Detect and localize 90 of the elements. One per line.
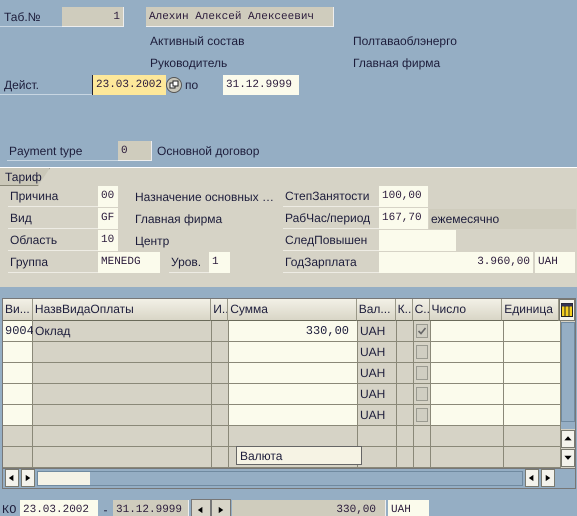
payment-type-text: Основной договор bbox=[157, 144, 260, 158]
value-field[interactable]: 10 bbox=[98, 230, 118, 251]
right-arrow-icon bbox=[216, 505, 226, 515]
amount-field: 330,00 bbox=[232, 500, 386, 516]
table-cell bbox=[212, 321, 229, 342]
table-cell bbox=[3, 363, 33, 384]
table-cell bbox=[212, 363, 229, 384]
currency-field: UAH bbox=[388, 500, 429, 516]
payment-type-field: 0 bbox=[118, 141, 152, 161]
value-field[interactable]: 00 bbox=[98, 186, 118, 207]
table-cell: Оклад bbox=[33, 321, 212, 342]
column-header[interactable]: Единица bbox=[502, 299, 560, 321]
value-field[interactable]: 167,70 bbox=[379, 208, 428, 229]
scroll-down-button[interactable] bbox=[561, 449, 575, 467]
column-header[interactable]: Вал... bbox=[356, 299, 396, 321]
value-field[interactable]: 3.960,00 bbox=[379, 252, 533, 273]
value-text: Назначение основных … bbox=[135, 190, 274, 204]
column-header[interactable]: Число bbox=[430, 299, 502, 321]
value-text: Главная фирма bbox=[135, 212, 222, 226]
table-cell bbox=[504, 321, 561, 342]
next-button[interactable] bbox=[211, 499, 231, 516]
scroll-up-button[interactable] bbox=[561, 430, 575, 448]
table-cell: 9004 bbox=[3, 321, 33, 342]
right-arrow-icon bbox=[543, 473, 553, 483]
table-cell bbox=[414, 447, 431, 468]
status-text: Активный состав bbox=[150, 34, 246, 48]
scroll-left-button[interactable] bbox=[5, 469, 19, 487]
table-cell bbox=[212, 447, 229, 468]
checkbox[interactable] bbox=[416, 408, 428, 422]
scroll-left-button[interactable] bbox=[525, 469, 539, 487]
table-cell: UAH bbox=[358, 384, 397, 405]
level-field[interactable]: 1 bbox=[209, 252, 230, 273]
value-text: Центр bbox=[135, 234, 170, 248]
table-cell bbox=[212, 342, 229, 363]
multiple-selection-icon[interactable] bbox=[166, 76, 182, 94]
table-cell bbox=[3, 384, 33, 405]
table-cell bbox=[3, 405, 33, 426]
value-field[interactable]: GF bbox=[98, 208, 118, 229]
position-text: Руководитель bbox=[150, 56, 228, 70]
checkbox[interactable] bbox=[416, 366, 428, 380]
personnel-number-field: 1 bbox=[62, 7, 124, 27]
table-cell bbox=[504, 447, 561, 468]
date-from-field[interactable]: 23.03.2002 bbox=[20, 500, 98, 516]
table-cell bbox=[212, 426, 229, 447]
table-cell bbox=[504, 384, 561, 405]
table-cell: UAH bbox=[358, 363, 397, 384]
table-cell bbox=[397, 447, 414, 468]
table-cell bbox=[212, 384, 229, 405]
currency-field[interactable]: UAH bbox=[535, 252, 575, 273]
table-cell: UAH bbox=[358, 405, 397, 426]
company-text: Полтаваоблэнерго bbox=[353, 34, 457, 48]
column-header[interactable]: С.. bbox=[412, 299, 430, 321]
table-cell: UAH bbox=[358, 321, 397, 342]
company-kind-text: Главная фирма bbox=[353, 56, 440, 70]
table-cell bbox=[504, 426, 561, 447]
valid-to-field[interactable]: 31.12.9999 bbox=[223, 75, 299, 95]
table-cell bbox=[504, 342, 561, 363]
value-field[interactable]: 100,00 bbox=[379, 186, 428, 207]
value-field[interactable] bbox=[379, 230, 456, 251]
checkbox[interactable] bbox=[416, 324, 428, 338]
horizontal-scrollbar[interactable] bbox=[37, 471, 523, 486]
date-to-field: 31.12.9999 bbox=[113, 500, 189, 516]
table-cell: UAH bbox=[358, 342, 397, 363]
column-header[interactable]: Сумма bbox=[228, 299, 357, 321]
period-text: ежемесячно bbox=[429, 208, 576, 228]
table-cell bbox=[504, 405, 561, 426]
table-cell: 330,00 bbox=[229, 321, 358, 342]
column-settings-icon[interactable] bbox=[559, 299, 576, 321]
table-cell bbox=[358, 447, 397, 468]
scroll-right-button[interactable] bbox=[21, 469, 35, 487]
tooltip: Валюта bbox=[236, 446, 362, 465]
column-header[interactable]: Ви... bbox=[3, 299, 33, 321]
range-separator: - bbox=[102, 503, 108, 516]
right-arrow-icon bbox=[23, 473, 33, 483]
table-cell bbox=[3, 342, 33, 363]
column-header[interactable]: К.. bbox=[396, 299, 413, 321]
value-field[interactable]: MENEDG bbox=[98, 252, 160, 273]
previous-button[interactable] bbox=[191, 499, 211, 516]
table-cell bbox=[212, 405, 229, 426]
to-label: по bbox=[185, 78, 200, 92]
employee-name-field: Алехин Алексей Алексеевич bbox=[146, 7, 334, 27]
column-header[interactable]: И.. bbox=[211, 299, 228, 321]
valid-from-field[interactable]: 23.03.2002 bbox=[92, 75, 166, 95]
field-label: КО bbox=[2, 503, 18, 516]
table-cell bbox=[397, 426, 414, 447]
column-header[interactable]: НазвВидаОплаты bbox=[32, 299, 212, 321]
checkbox[interactable] bbox=[416, 345, 428, 359]
scroll-right-button[interactable] bbox=[541, 469, 555, 487]
table-cell bbox=[504, 363, 561, 384]
checkbox[interactable] bbox=[416, 387, 428, 401]
